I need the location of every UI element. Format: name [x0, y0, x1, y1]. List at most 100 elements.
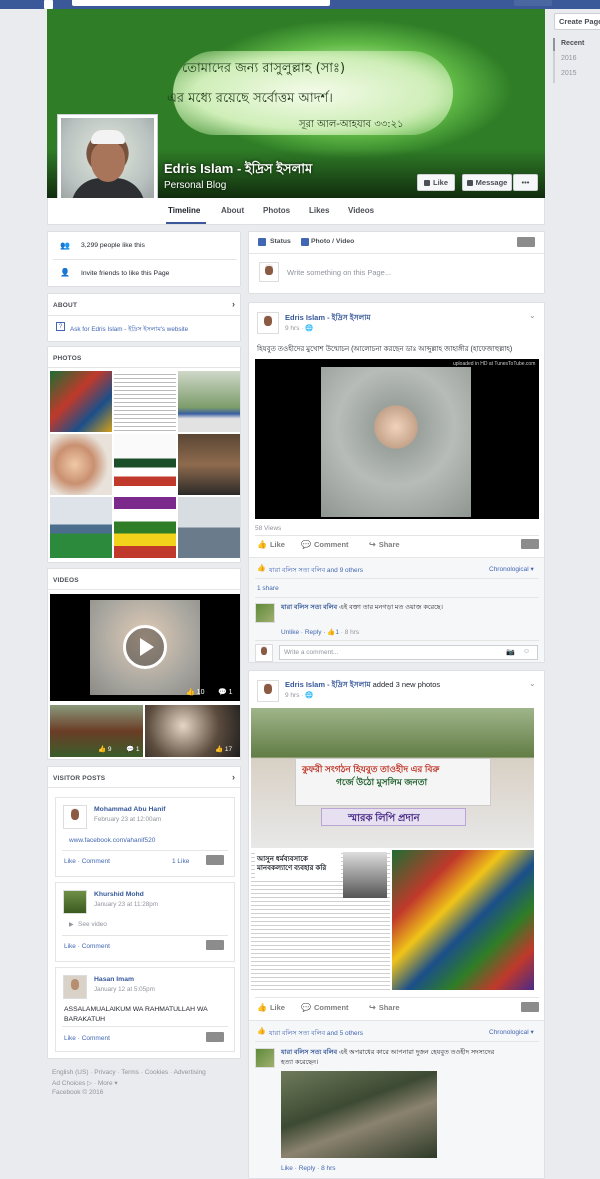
- chevron-right-icon[interactable]: ›: [232, 299, 235, 309]
- share-button[interactable]: ↪ Share: [369, 1003, 400, 1012]
- facebook-logo-icon[interactable]: [44, 0, 53, 9]
- tab-likes[interactable]: Likes: [309, 206, 329, 215]
- avatar[interactable]: [63, 975, 87, 999]
- post-photo[interactable]: কুফরী সংগঠন হিযবুত তাওহীদ এর বিরু গর্জে …: [251, 708, 534, 848]
- home-button[interactable]: [514, 0, 552, 6]
- post-as-avatar-icon[interactable]: [521, 539, 539, 549]
- post-as-avatar-icon[interactable]: [517, 237, 535, 247]
- feedback-section: 👍 যারা বলিস সত্য বলিব and 9 others Chron…: [249, 557, 544, 662]
- comment-actions[interactable]: Like · Reply · 8 hrs: [281, 1165, 336, 1172]
- invite-friends-link[interactable]: Invite friends to like this Page: [81, 270, 169, 277]
- photo-thumbnail[interactable]: [50, 434, 112, 495]
- comment-actions[interactable]: Unlike · Reply · 👍1 · 8 hrs: [281, 628, 359, 636]
- visitor-name[interactable]: Mohammad Abu Hanif: [94, 806, 166, 813]
- year-2016[interactable]: 2016: [561, 55, 577, 62]
- camera-icon[interactable]: 📷: [506, 648, 515, 656]
- visitor-name[interactable]: Khurshid Mohd: [94, 891, 144, 898]
- likes-count[interactable]: 3,299 people like this: [81, 242, 145, 249]
- divider: [255, 578, 539, 579]
- post-time[interactable]: 9 hrs · 🌐: [285, 324, 313, 332]
- tab-videos[interactable]: Videos: [348, 206, 374, 215]
- sticker-icon[interactable]: ☺: [523, 648, 530, 655]
- reactors-summary[interactable]: যারা বলিস সত্য বলিব and 9 others: [269, 565, 363, 576]
- search-input[interactable]: [72, 0, 330, 6]
- photo-thumbnail[interactable]: [114, 497, 176, 558]
- comment-author[interactable]: যারা বলিস সত্য বলিব: [281, 1049, 337, 1056]
- like-button[interactable]: 👍 Like: [257, 540, 285, 549]
- chevron-right-icon[interactable]: ›: [232, 772, 235, 782]
- visitor-post-actions[interactable]: Like · Comment: [64, 1035, 110, 1042]
- website-request-link[interactable]: Ask for Edris Islam - ইদ্রিস ইসলাম's web…: [70, 324, 188, 335]
- post-photo[interactable]: [392, 850, 534, 990]
- post-as-avatar-icon[interactable]: [206, 855, 224, 865]
- visitor-post-time[interactable]: February 23 at 12:00am: [94, 816, 161, 823]
- create-page-button[interactable]: Create Page: [554, 13, 600, 30]
- page-title[interactable]: Edris Islam - ইদ্রিস ইসলাম: [164, 160, 312, 181]
- comment-input[interactable]: Write a comment... 📷 ☺: [279, 645, 538, 660]
- visitor-post-actions[interactable]: Like · Comment: [64, 943, 110, 950]
- like-button[interactable]: 👍 Like: [257, 1003, 285, 1012]
- tab-about[interactable]: About: [221, 206, 244, 215]
- visitor-post-time[interactable]: January 23 at 11:28pm: [94, 901, 158, 908]
- like-page-button[interactable]: Like: [417, 174, 455, 191]
- post-video[interactable]: uploaded in HD at TunesToTube.com: [255, 359, 539, 519]
- visitor-name[interactable]: Hasan Imam: [94, 976, 134, 983]
- year-recent[interactable]: Recent: [561, 40, 584, 47]
- comment-button[interactable]: 💬 Comment: [301, 1003, 349, 1012]
- avatar[interactable]: [63, 890, 87, 914]
- visitor-post-like-count[interactable]: 1 Like: [172, 858, 189, 865]
- comment-order-dropdown[interactable]: Chronological ▾: [489, 1028, 534, 1036]
- play-icon[interactable]: [123, 625, 167, 669]
- reactors-summary[interactable]: যারা বলিস সত্য বলিব and 5 others: [269, 1028, 363, 1039]
- visitor-post-link[interactable]: www.facebook.com/ahanif520: [69, 837, 155, 844]
- share-button[interactable]: ↪ Share: [369, 540, 400, 549]
- comment-author[interactable]: যারা বলিস সত্য বলিব: [281, 604, 337, 611]
- comment-button[interactable]: 💬 Comment: [301, 540, 349, 549]
- photo-thumbnail[interactable]: [114, 434, 176, 495]
- avatar[interactable]: [257, 312, 279, 334]
- visitor-post-body[interactable]: See video: [78, 921, 107, 928]
- footer-links[interactable]: English (US) · Privacy · Terms · Cookies…: [52, 1069, 206, 1076]
- post-as-avatar-icon[interactable]: [206, 940, 224, 950]
- post-photo[interactable]: আসুন ধর্মব্যবসাকে মানবকল্যাণে ব্যবহার কর…: [251, 850, 390, 990]
- about-heading: ABOUT: [53, 302, 78, 309]
- avatar[interactable]: [257, 680, 279, 702]
- post-author[interactable]: Edris Islam - ইদ্রিস ইসলাম: [285, 680, 371, 689]
- post-time-text: 9 hrs ·: [285, 692, 306, 699]
- photo-thumbnail[interactable]: [178, 434, 240, 495]
- composer-input[interactable]: Write something on this Page...: [287, 268, 391, 277]
- more-options-button[interactable]: •••: [513, 174, 538, 191]
- post-as-avatar-icon[interactable]: [206, 1032, 224, 1042]
- photo-thumbnail[interactable]: [50, 371, 112, 432]
- photo-thumbnail[interactable]: [178, 497, 240, 558]
- tab-photos[interactable]: Photos: [263, 206, 290, 215]
- visitor-post-actions[interactable]: Like · Comment: [64, 858, 110, 865]
- comment-photo[interactable]: [281, 1071, 437, 1158]
- photo-thumbnail[interactable]: [50, 497, 112, 558]
- visitor-post-time[interactable]: January 12 at 5:05pm: [94, 986, 155, 993]
- post-as-avatar-icon[interactable]: [521, 1002, 539, 1012]
- post-time[interactable]: 9 hrs · 🌐: [285, 691, 313, 699]
- page-category[interactable]: Personal Blog: [164, 180, 226, 191]
- year-2015[interactable]: 2015: [561, 70, 577, 77]
- chevron-down-icon[interactable]: ⌄: [529, 679, 536, 688]
- message-button[interactable]: Message: [462, 174, 512, 191]
- chevron-down-icon[interactable]: ⌄: [529, 311, 536, 320]
- memorandum-banner: স্মারক লিপি প্রদান: [321, 808, 466, 826]
- profile-cap: [91, 130, 125, 144]
- photo-thumbnail[interactable]: [178, 371, 240, 432]
- photo-video-tab[interactable]: Photo / Video: [311, 238, 354, 245]
- avatar[interactable]: [255, 603, 275, 623]
- avatar[interactable]: [255, 1048, 275, 1068]
- share-count[interactable]: 1 share: [257, 585, 279, 592]
- avatar[interactable]: [63, 805, 87, 829]
- status-tab[interactable]: Status: [270, 238, 291, 245]
- comment-order-dropdown[interactable]: Chronological ▾: [489, 565, 534, 573]
- video-thumbnail[interactable]: 👍 17: [145, 705, 240, 757]
- video-thumbnail[interactable]: 👍 9 💬 1: [50, 705, 143, 757]
- footer-adchoices[interactable]: Ad Choices ▷ · More ▾: [52, 1079, 118, 1087]
- featured-video[interactable]: 👍 10 💬 1: [50, 594, 240, 701]
- tab-timeline[interactable]: Timeline: [168, 206, 200, 215]
- photo-thumbnail[interactable]: [114, 371, 176, 432]
- post-added-photos: added 3 new photos: [370, 680, 441, 689]
